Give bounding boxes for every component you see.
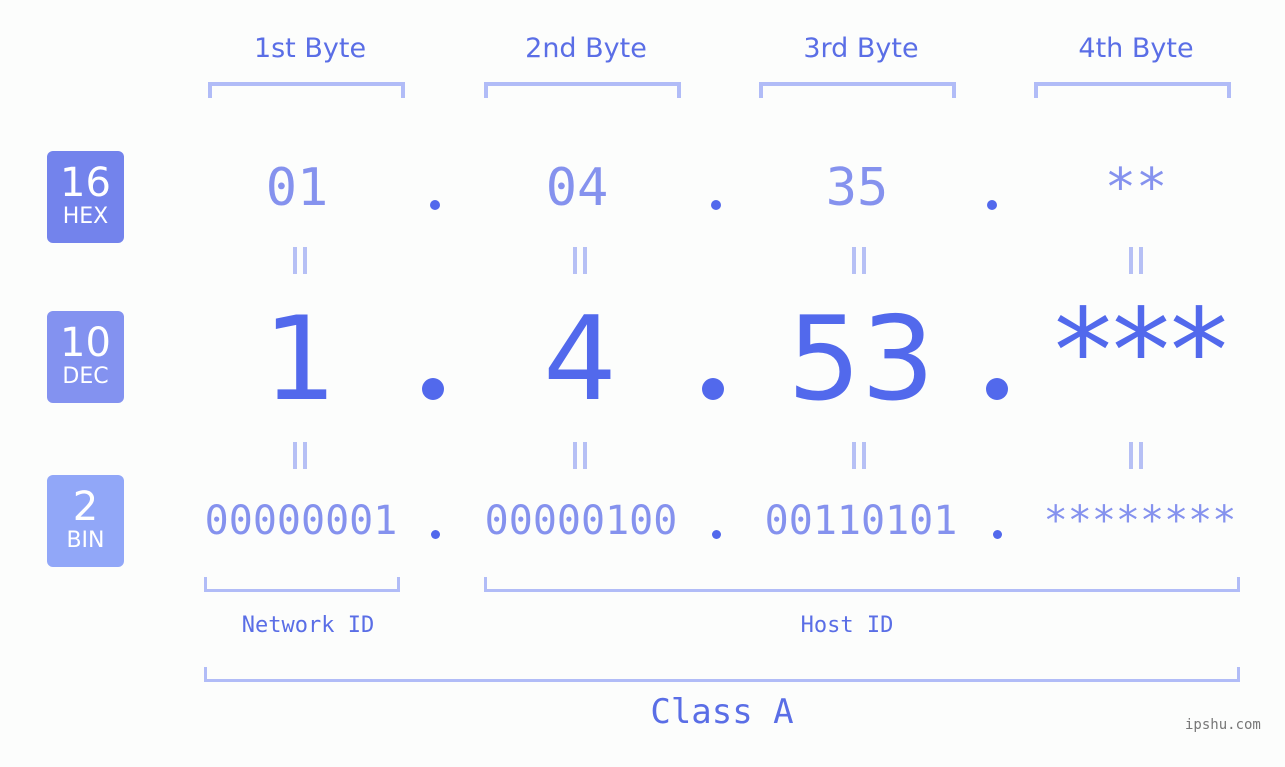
dec-badge-label: DEC [62,364,109,389]
network-id-bracket [204,577,400,592]
dec-separator-1 [422,378,444,400]
hex-separator-1 [430,200,440,210]
bin-value-1: 00000001 [204,498,398,544]
dec-value-3: 53 [787,292,935,427]
network-id-label: Network ID [241,613,375,638]
equals-icon [573,247,587,274]
hex-separator-2 [711,200,721,210]
byte-bracket-2 [484,82,681,98]
bin-badge-number: 2 [72,484,99,530]
bin-value-2: 00000100 [484,498,678,544]
equals-icon [852,442,866,469]
dec-separator-2 [702,378,724,400]
class-bracket [204,667,1240,682]
equals-icon [293,442,307,469]
watermark: ipshu.com [1185,717,1261,733]
equals-icon [573,442,587,469]
hex-value-2: 04 [545,158,609,218]
hex-value-1: 01 [265,158,329,218]
equals-icon [1129,442,1143,469]
hex-badge-label: HEX [62,204,109,229]
dec-value-4: *** [1054,284,1228,419]
byte-header-3: 3rd Byte [803,33,919,64]
hex-value-3: 35 [825,158,889,218]
equals-icon [1129,247,1143,274]
dec-value-1: 1 [263,292,337,427]
equals-icon [293,247,307,274]
byte-header-4: 4th Byte [1078,33,1194,64]
bin-separator-3 [993,530,1002,539]
bin-badge-label: BIN [66,528,105,553]
equals-icon [852,247,866,274]
dec-value-2: 4 [543,292,617,427]
bin-separator-1 [431,530,440,539]
byte-header-2: 2nd Byte [525,33,647,64]
host-id-bracket [484,577,1240,592]
hex-badge-number: 16 [60,160,111,206]
byte-header-1: 1st Byte [253,33,367,64]
bin-value-4: ******** [1043,498,1237,544]
host-id-label: Host ID [800,613,894,638]
byte-bracket-4 [1034,82,1231,98]
hex-badge: 16 HEX [47,151,124,243]
hex-separator-3 [987,200,997,210]
hex-value-4: ** [1104,158,1168,218]
byte-bracket-1 [208,82,405,98]
dec-separator-3 [986,378,1008,400]
dec-badge-number: 10 [60,320,111,366]
bin-badge: 2 BIN [47,475,124,567]
bin-separator-2 [712,530,721,539]
class-label: Class A [650,692,794,732]
byte-bracket-3 [759,82,956,98]
bin-value-3: 00110101 [764,498,958,544]
dec-badge: 10 DEC [47,311,124,403]
